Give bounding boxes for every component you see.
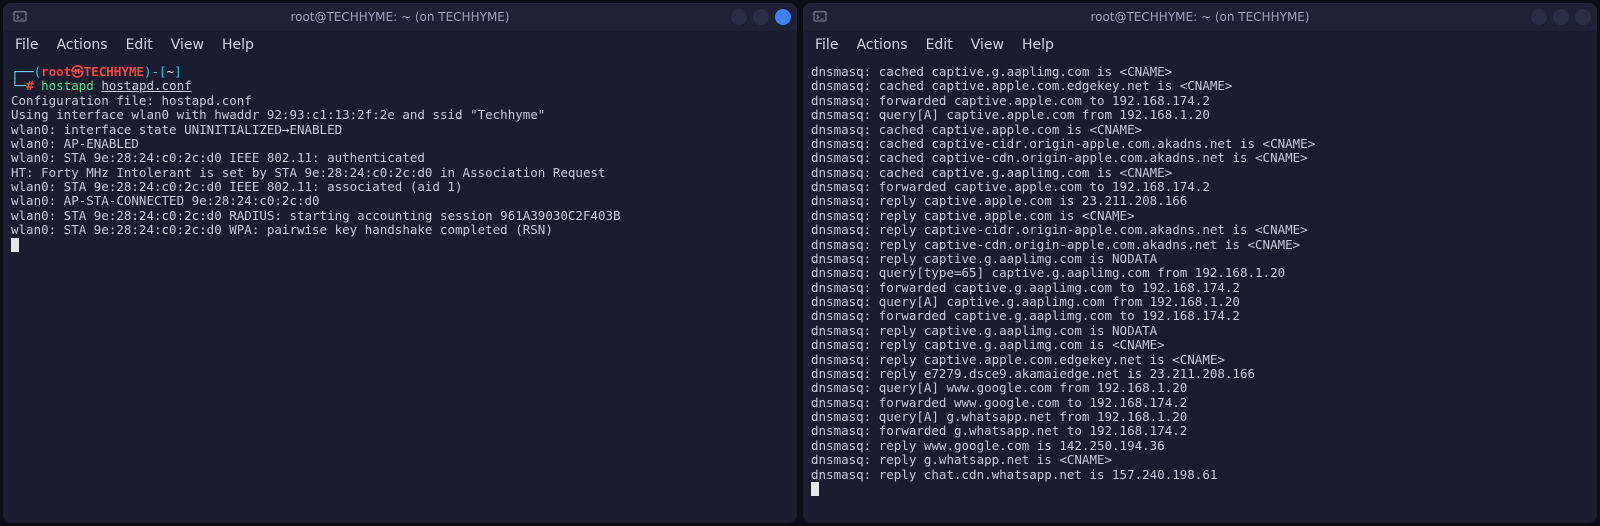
output-line: wlan0: STA 9e:28:24:c0:2c:d0 IEEE 802.11… bbox=[11, 179, 463, 194]
close-button[interactable] bbox=[775, 9, 791, 25]
app-icon bbox=[11, 8, 29, 26]
output-line: HT: Forty MHz Intolerant is set by STA 9… bbox=[11, 165, 606, 180]
output-line: dnsmasq: cached captive-cdn.origin-apple… bbox=[811, 150, 1308, 165]
menubar: File Actions Edit View Help bbox=[803, 31, 1597, 59]
terminal-window-left: root@TECHHYME: ~ (on TECHHYME) File Acti… bbox=[3, 3, 797, 523]
menu-edit[interactable]: Edit bbox=[126, 37, 153, 53]
output-line: dnsmasq: reply e7279.dsce9.akamaiedge.ne… bbox=[811, 366, 1255, 381]
output-line: dnsmasq: reply chat.cdn.whatsapp.net is … bbox=[811, 467, 1217, 482]
maximize-button[interactable] bbox=[753, 9, 769, 25]
output-line: dnsmasq: reply captive.g.aaplimg.com is … bbox=[811, 337, 1165, 352]
output-line: dnsmasq: forwarded g.whatsapp.net to 192… bbox=[811, 423, 1187, 438]
terminal-window-right: root@TECHHYME: ~ (on TECHHYME) File Acti… bbox=[803, 3, 1597, 523]
output-line: dnsmasq: query[type=65] captive.g.aaplim… bbox=[811, 265, 1285, 280]
window-title: root@TECHHYME: ~ (on TECHHYME) bbox=[1090, 10, 1309, 24]
output-line: dnsmasq: forwarded captive.apple.com to … bbox=[811, 179, 1210, 194]
output-line: dnsmasq: reply captive.g.aaplimg.com is … bbox=[811, 251, 1157, 266]
output-line: wlan0: STA 9e:28:24:c0:2c:d0 RADIUS: sta… bbox=[11, 208, 621, 223]
menu-help[interactable]: Help bbox=[1022, 37, 1054, 53]
cursor bbox=[811, 482, 819, 496]
output-line: dnsmasq: reply captive.apple.com is 23.2… bbox=[811, 193, 1187, 208]
cursor bbox=[11, 238, 19, 252]
menu-file[interactable]: File bbox=[15, 37, 38, 53]
menu-edit[interactable]: Edit bbox=[926, 37, 953, 53]
output-line: dnsmasq: reply g.whatsapp.net is <CNAME> bbox=[811, 452, 1112, 467]
titlebar[interactable]: root@TECHHYME: ~ (on TECHHYME) bbox=[803, 3, 1597, 31]
output-line: dnsmasq: query[A] www.google.com from 19… bbox=[811, 380, 1187, 395]
output-line: dnsmasq: reply captive.g.aaplimg.com is … bbox=[811, 323, 1157, 338]
prompt-line-1: ┌──(root㉿TECHHYME)-[~] bbox=[11, 64, 182, 79]
terminal-output[interactable]: dnsmasq: cached captive.g.aaplimg.com is… bbox=[803, 59, 1597, 523]
output-line: dnsmasq: cached captive.apple.com.edgeke… bbox=[811, 78, 1232, 93]
output-line: wlan0: AP-STA-CONNECTED 9e:28:24:c0:2c:d… bbox=[11, 193, 320, 208]
output-line: dnsmasq: cached captive-cidr.origin-appl… bbox=[811, 136, 1315, 151]
output-line: wlan0: STA 9e:28:24:c0:2c:d0 WPA: pairwi… bbox=[11, 222, 553, 237]
minimize-button[interactable] bbox=[731, 9, 747, 25]
minimize-button[interactable] bbox=[1531, 9, 1547, 25]
app-icon bbox=[811, 8, 829, 26]
output-line: dnsmasq: reply captive.apple.com.edgekey… bbox=[811, 352, 1225, 367]
maximize-button[interactable] bbox=[1553, 9, 1569, 25]
output-line: dnsmasq: forwarded captive.g.aaplimg.com… bbox=[811, 308, 1240, 323]
close-button[interactable] bbox=[1575, 9, 1591, 25]
output-line: Using interface wlan0 with hwaddr 92:93:… bbox=[11, 107, 545, 122]
output-line: dnsmasq: reply captive-cdn.origin-apple.… bbox=[811, 237, 1300, 252]
output-line: dnsmasq: query[A] captive.apple.com from… bbox=[811, 107, 1210, 122]
output-line: wlan0: interface state UNINITIALIZED→ENA… bbox=[11, 122, 342, 137]
menubar: File Actions Edit View Help bbox=[3, 31, 797, 59]
window-controls bbox=[731, 9, 791, 25]
menu-actions[interactable]: Actions bbox=[56, 37, 107, 53]
output-line: wlan0: AP-ENABLED bbox=[11, 136, 139, 151]
menu-actions[interactable]: Actions bbox=[856, 37, 907, 53]
output-line: dnsmasq: query[A] g.whatsapp.net from 19… bbox=[811, 409, 1187, 424]
output-line: dnsmasq: forwarded www.google.com to 192… bbox=[811, 395, 1187, 410]
output-line: wlan0: STA 9e:28:24:c0:2c:d0 IEEE 802.11… bbox=[11, 150, 425, 165]
output-line: dnsmasq: cached captive.apple.com is <CN… bbox=[811, 122, 1142, 137]
output-line: dnsmasq: reply captive-cidr.origin-apple… bbox=[811, 222, 1308, 237]
prompt-line-2: └─# hostapd hostapd.conf bbox=[11, 78, 192, 93]
output-line: dnsmasq: forwarded captive.apple.com to … bbox=[811, 93, 1210, 108]
menu-file[interactable]: File bbox=[815, 37, 838, 53]
output-line: dnsmasq: cached captive.g.aaplimg.com is… bbox=[811, 64, 1172, 79]
menu-view[interactable]: View bbox=[971, 37, 1004, 53]
output-line: dnsmasq: query[A] captive.g.aaplimg.com … bbox=[811, 294, 1240, 309]
titlebar[interactable]: root@TECHHYME: ~ (on TECHHYME) bbox=[3, 3, 797, 31]
terminal-output[interactable]: ┌──(root㉿TECHHYME)-[~] └─# hostapd hosta… bbox=[3, 59, 797, 523]
menu-help[interactable]: Help bbox=[222, 37, 254, 53]
output-line: dnsmasq: reply captive.apple.com is <CNA… bbox=[811, 208, 1135, 223]
output-line: dnsmasq: reply www.google.com is 142.250… bbox=[811, 438, 1165, 453]
window-controls bbox=[1531, 9, 1591, 25]
output-line: Configuration file: hostapd.conf bbox=[11, 93, 252, 108]
output-line: dnsmasq: forwarded captive.g.aaplimg.com… bbox=[811, 280, 1240, 295]
window-title: root@TECHHYME: ~ (on TECHHYME) bbox=[290, 10, 509, 24]
menu-view[interactable]: View bbox=[171, 37, 204, 53]
output-line: dnsmasq: cached captive.g.aaplimg.com is… bbox=[811, 165, 1172, 180]
